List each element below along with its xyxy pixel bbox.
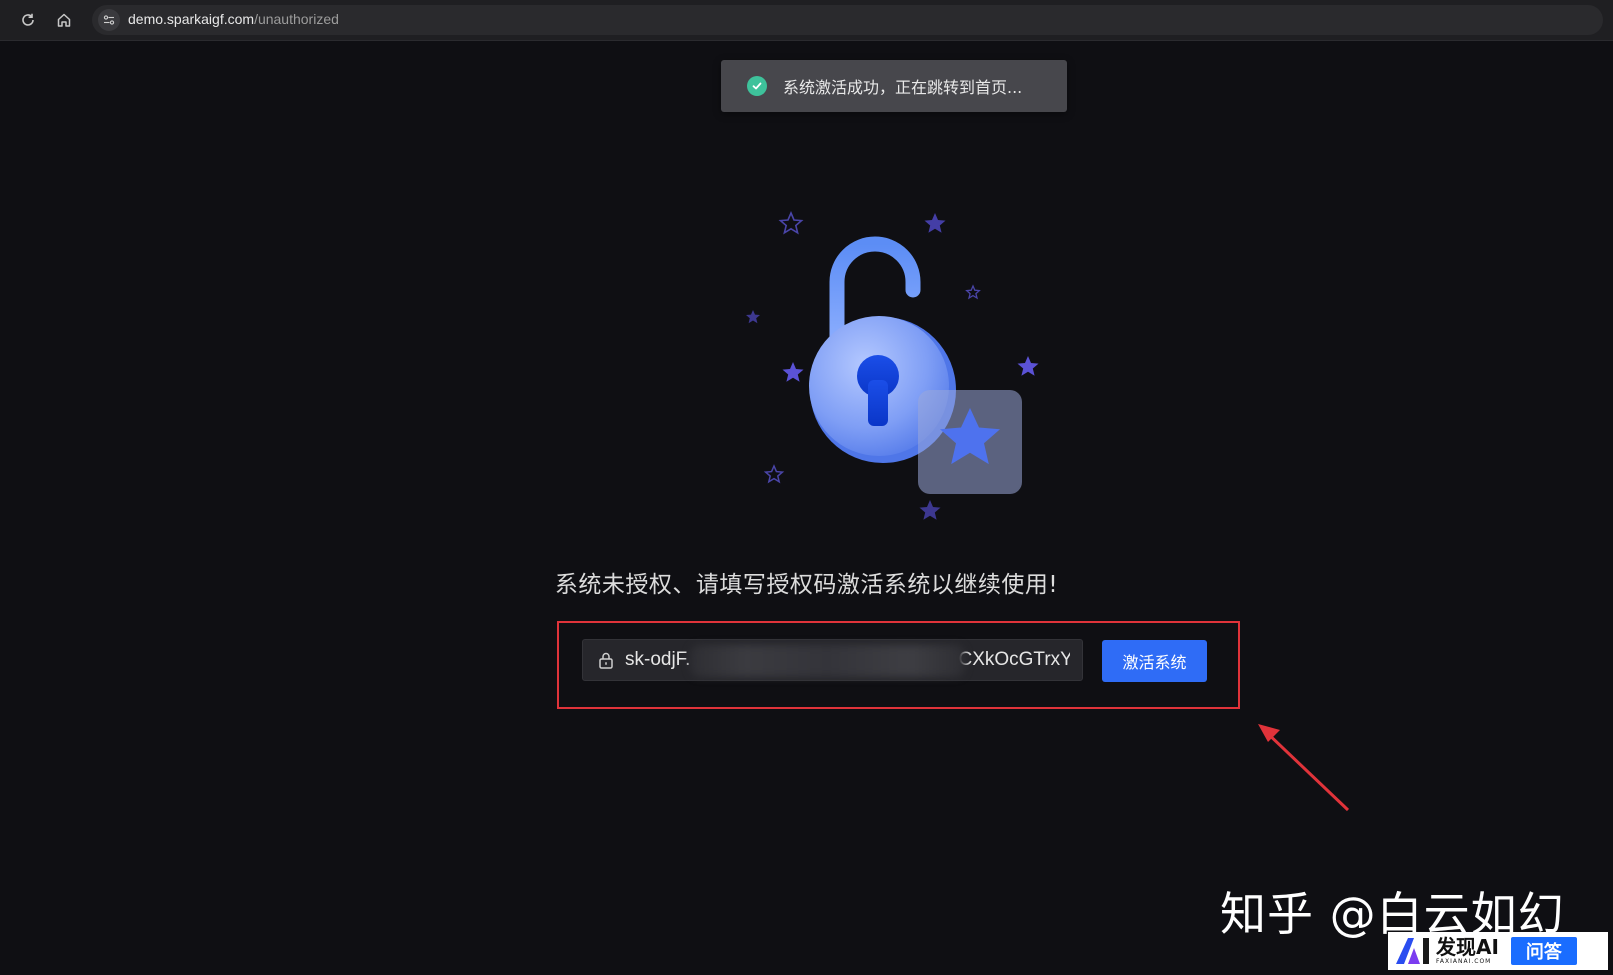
star-icon (1017, 356, 1039, 376)
reload-icon[interactable] (16, 8, 40, 32)
url-text: demo.sparkaigf.com/unauthorized (128, 11, 339, 27)
redacted-code-blur (690, 645, 965, 677)
lock-icon (597, 651, 615, 669)
star-icon (924, 213, 946, 233)
url-host: demo.sparkaigf.com (128, 11, 255, 27)
faxian-badge: 发现AI FAXIANAI.COM 问答 (1388, 932, 1608, 970)
star-icon (782, 362, 804, 382)
address-bar[interactable]: demo.sparkaigf.com/unauthorized (92, 5, 1603, 35)
faxian-text-block: 发现AI FAXIANAI.COM (1436, 937, 1499, 965)
home-icon[interactable] (52, 8, 76, 32)
faxian-title: 发现AI (1436, 935, 1499, 959)
toast-message: 系统激活成功，正在跳转到首页... (783, 78, 1023, 97)
star-icon (763, 464, 785, 484)
faxian-subtitle: FAXIANAI.COM (1436, 958, 1492, 965)
check-circle-icon (747, 76, 767, 96)
code-suffix: CXkOcGTrxY (958, 649, 1070, 670)
code-prefix: sk-odjF. (625, 649, 691, 670)
star-icon (965, 284, 981, 300)
faxian-tag: 问答 (1510, 937, 1577, 965)
success-toast: 系统激活成功，正在跳转到首页... (721, 60, 1067, 112)
unlocked-padlock-illustration (746, 210, 1039, 520)
page: demo.sparkaigf.com/unauthorized 系统激活成功，正… (0, 0, 1613, 975)
faxian-logo-icon (1396, 938, 1429, 964)
annotation-arrow (1258, 724, 1350, 812)
star-icon (919, 500, 941, 520)
activate-system-button[interactable]: 激活系统 (1102, 640, 1207, 682)
url-path: /unauthorized (254, 11, 339, 27)
browser-toolbar: demo.sparkaigf.com/unauthorized (0, 0, 1613, 41)
unauthorized-message: 系统未授权、请填写授权码激活系统以继续使用! (554, 572, 1059, 598)
star-icon (778, 210, 804, 235)
star-icon (746, 310, 760, 324)
site-settings-icon[interactable] (98, 9, 120, 31)
